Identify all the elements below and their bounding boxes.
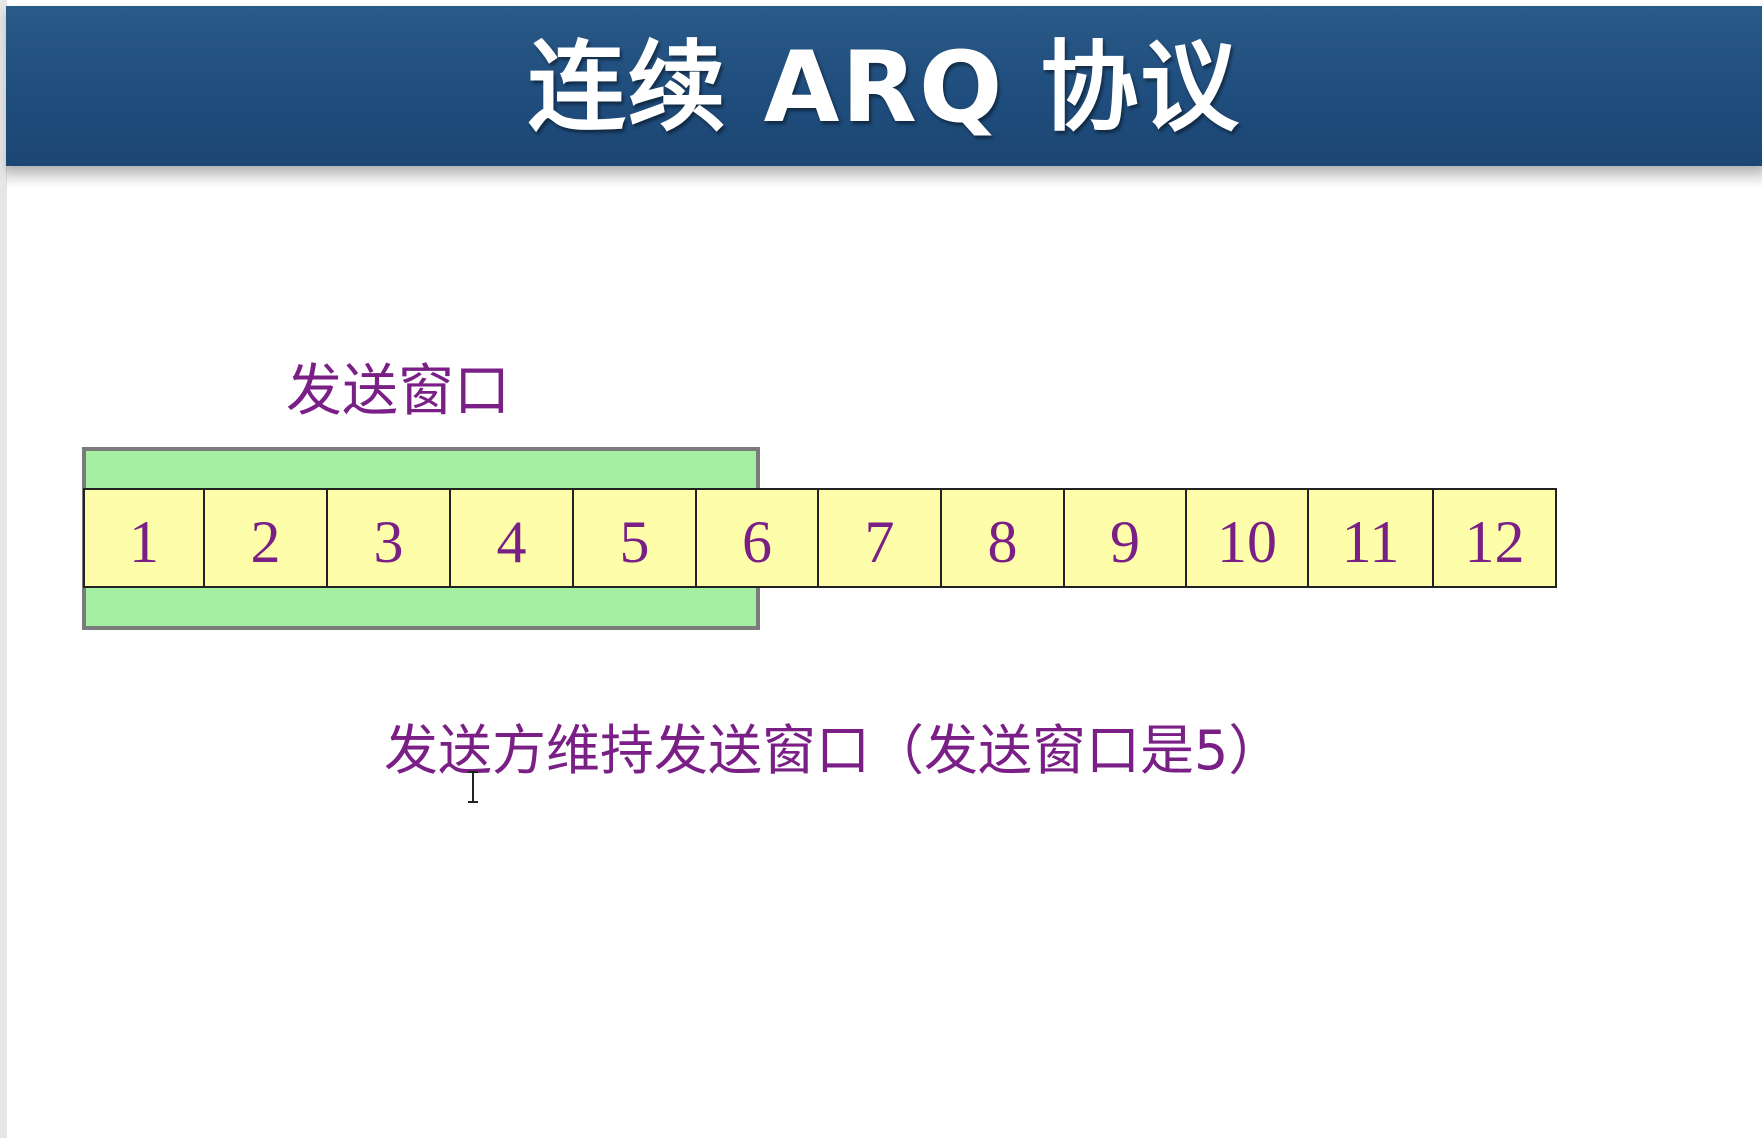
- caption: 发送方维持发送窗口（发送窗口是5）: [384, 719, 1283, 782]
- sequence-cell-5: 5: [572, 488, 697, 588]
- sequence-cell-9: 9: [1063, 488, 1187, 588]
- title-bar-shadow: [6, 166, 1762, 188]
- sequence-cell-1: 1: [83, 488, 205, 588]
- sequence-cell-4: 4: [449, 488, 574, 588]
- sequence-cell-10: 10: [1185, 488, 1309, 588]
- sequence-cell-11: 11: [1307, 488, 1434, 588]
- sequence-cell-7: 7: [817, 488, 942, 588]
- sequence-number-row: 1 2 3 4 5 6 7 8 9 10 11 12: [83, 488, 1557, 588]
- text-cursor-icon: [468, 771, 478, 803]
- sequence-cell-12: 12: [1432, 488, 1557, 588]
- sequence-cell-6: 6: [695, 488, 819, 588]
- slide-title: 连续 ARQ 协议: [527, 31, 1241, 145]
- sequence-cell-3: 3: [326, 488, 451, 588]
- send-window-label: 发送窗口: [286, 359, 510, 424]
- slide: 连续 ARQ 协议 发送窗口 1 2 3 4 5 6 7 8 9 10 11 12 发送方维持发送窗口…: [0, 0, 1762, 1138]
- sequence-cell-8: 8: [940, 488, 1065, 588]
- sequence-cell-2: 2: [203, 488, 328, 588]
